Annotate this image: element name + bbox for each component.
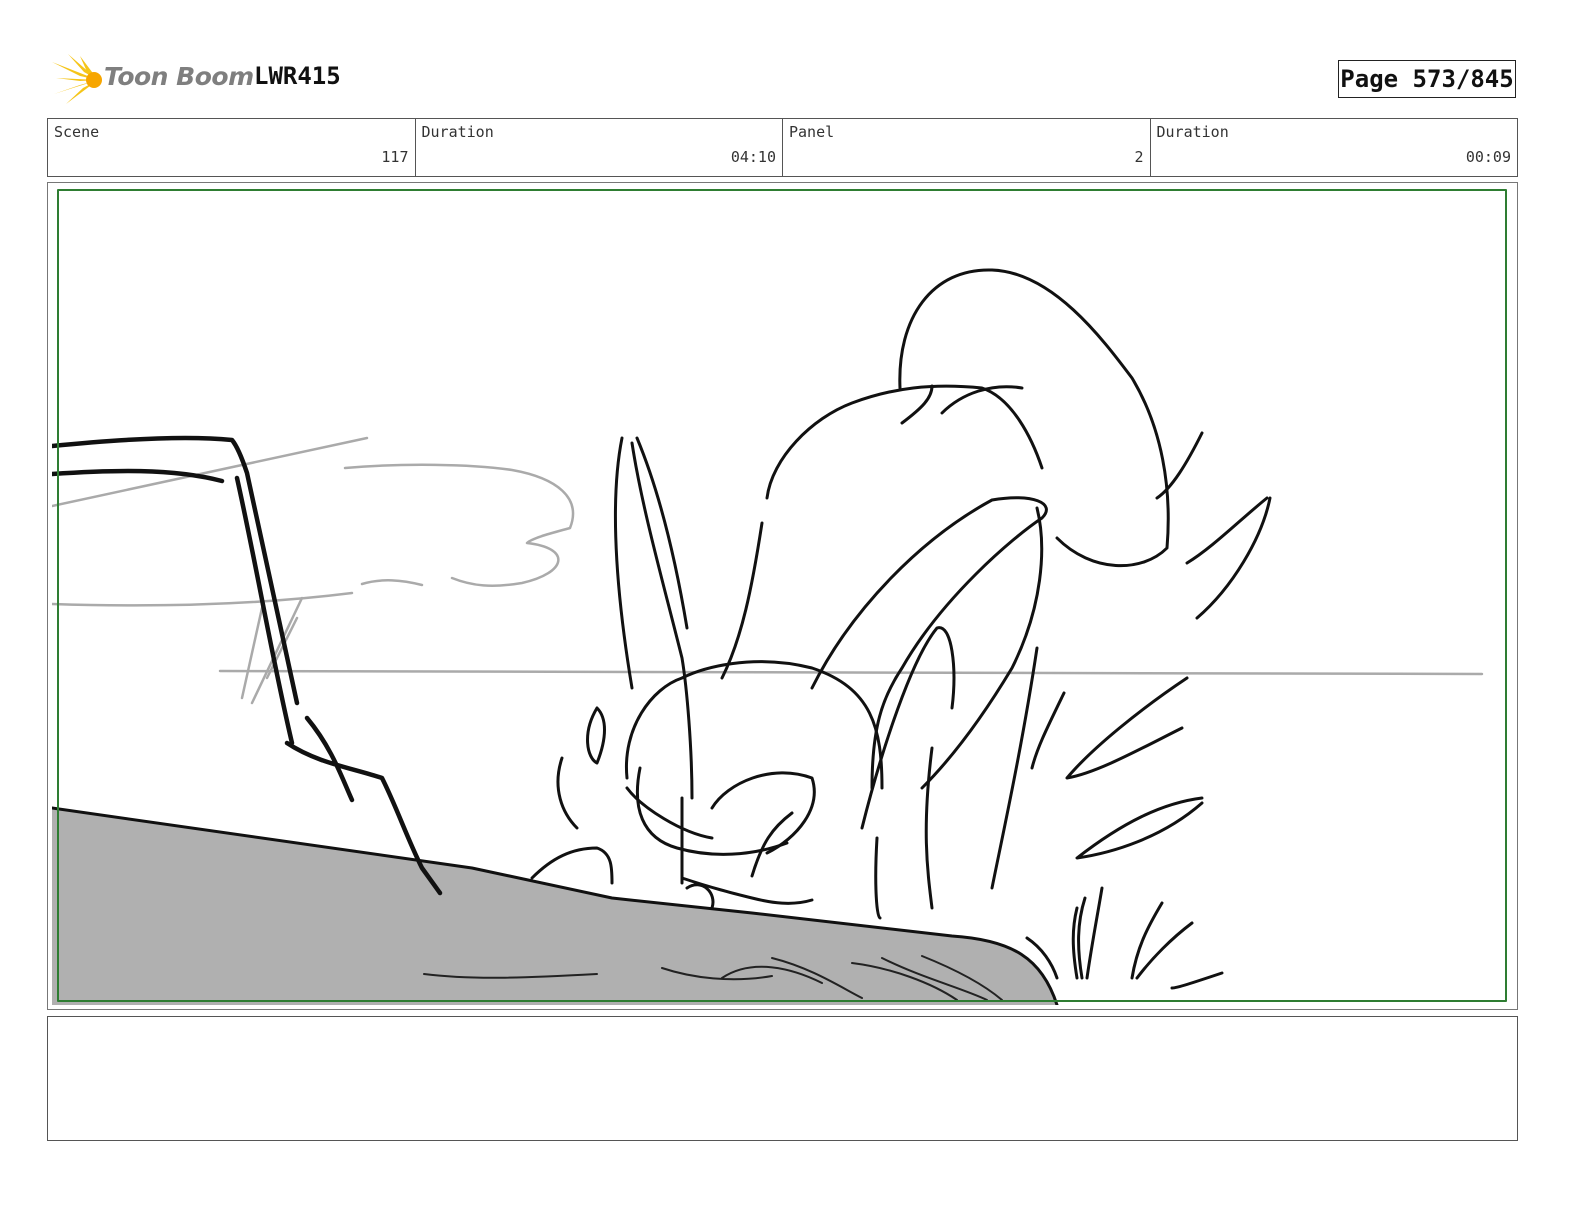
scene-duration-value: 04:10 [730, 148, 776, 166]
toon-boom-logo: Toon Boom [50, 52, 254, 108]
character-sketch [530, 268, 1272, 990]
panel-duration-label: Duration [1156, 123, 1229, 141]
scene-duration-label: Duration [421, 123, 494, 141]
panel-value: 2 [1134, 148, 1144, 166]
info-row: Scene 117 Duration 04:10 Panel 2 Duratio… [47, 118, 1518, 177]
page-indicator: Page 573/845 [1338, 60, 1516, 98]
panel-duration-cell: Duration 00:09 [1151, 119, 1518, 176]
logo-text: Toon Boom [104, 62, 254, 91]
scene-label: Scene [54, 123, 100, 141]
storyboard-sketch [52, 189, 1507, 1005]
scene-duration-cell: Duration 04:10 [416, 119, 783, 176]
scene-cell: Scene 117 [48, 119, 416, 176]
scene-value: 117 [381, 148, 409, 166]
panel-cell: Panel 2 [783, 119, 1151, 176]
burst-icon [52, 54, 102, 104]
panel-duration-value: 00:09 [1465, 148, 1511, 166]
project-title: LWR415 [254, 62, 341, 90]
panel-label: Panel [789, 123, 835, 141]
notes-box [47, 1016, 1518, 1141]
